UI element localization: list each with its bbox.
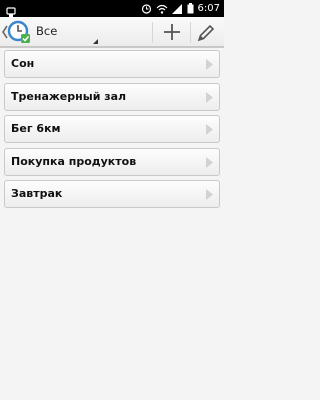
list-item[interactable]: Покупка продуктов bbox=[4, 147, 220, 176]
list-item[interactable]: Бег 6км bbox=[4, 115, 220, 143]
plus-icon[interactable] bbox=[162, 22, 182, 42]
pencil-icon[interactable] bbox=[196, 23, 216, 43]
alarm-icon bbox=[141, 4, 151, 14]
battery-icon bbox=[187, 3, 194, 14]
chevron-right-icon bbox=[206, 59, 213, 70]
status-time: 6:07 bbox=[197, 3, 220, 14]
system-icons: 6:07 bbox=[141, 2, 220, 15]
spinner-caret-icon bbox=[93, 39, 98, 44]
chevron-right-icon bbox=[206, 91, 213, 103]
divider bbox=[190, 22, 191, 43]
list-item-label: Завтрак bbox=[11, 187, 63, 200]
list-item[interactable]: Тренажерный зал bbox=[4, 82, 220, 111]
signal-icon bbox=[171, 3, 182, 14]
divider bbox=[152, 22, 153, 43]
list-item-label: Сон bbox=[11, 57, 35, 70]
list-item[interactable]: Сон bbox=[4, 50, 220, 78]
chevron-right-icon bbox=[206, 156, 213, 168]
task-list: Сон Тренажерный зал Бег 6км Покупка прод… bbox=[0, 50, 224, 213]
filter-label: Все bbox=[36, 24, 58, 38]
chevron-right-icon bbox=[206, 189, 213, 200]
list-item-label: Бег 6км bbox=[11, 122, 61, 135]
action-bar: Все bbox=[0, 17, 224, 48]
wifi-icon bbox=[156, 4, 167, 14]
app-logo-icon bbox=[7, 20, 30, 43]
status-bar: 6:07 bbox=[0, 0, 224, 17]
chevron-right-icon bbox=[206, 124, 213, 135]
list-item-label: Покупка продуктов bbox=[11, 154, 137, 168]
filter-spinner[interactable]: Все bbox=[36, 17, 98, 48]
list-item-label: Тренажерный зал bbox=[11, 89, 127, 103]
list-item[interactable]: Завтрак bbox=[4, 180, 220, 208]
